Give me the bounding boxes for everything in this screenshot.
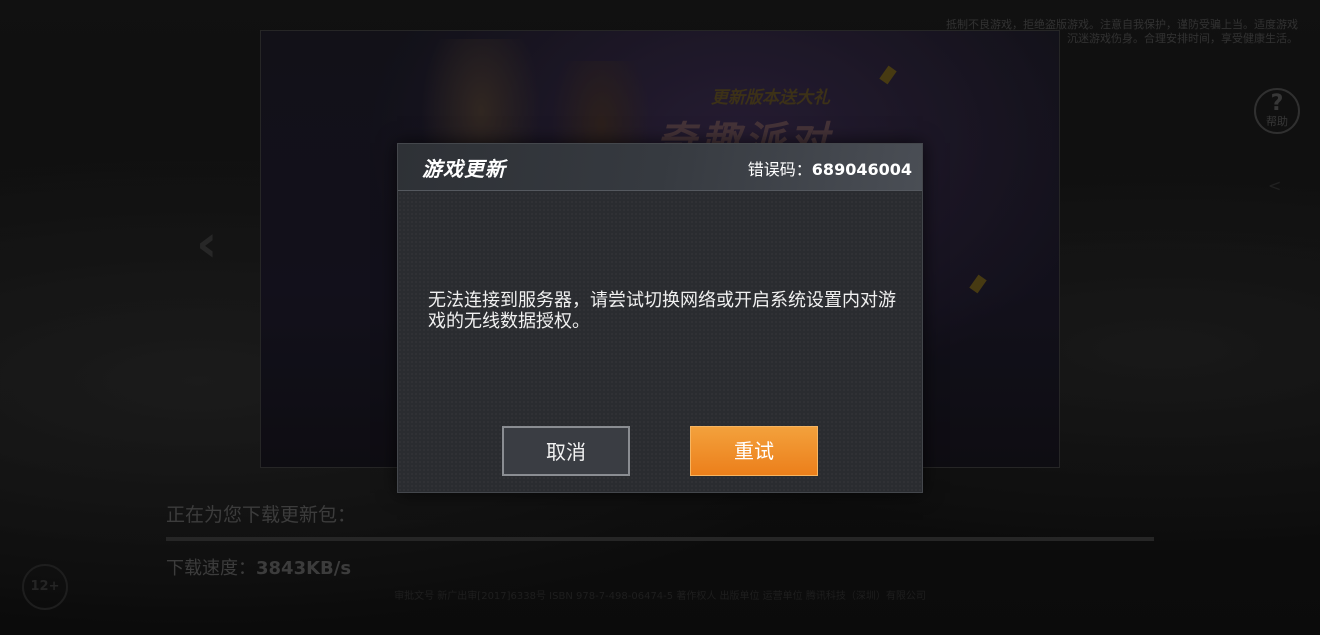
update-error-dialog: 游戏更新 错误码：689046004 无法连接到服务器，请尝试切换网络或开启系统…	[397, 143, 923, 493]
dialog-title: 游戏更新	[422, 157, 506, 181]
error-code-value: 689046004	[811, 160, 912, 179]
dialog-message: 无法连接到服务器，请尝试切换网络或开启系统设置内对游戏的无线数据授权。	[428, 290, 896, 332]
error-code: 错误码：689046004	[748, 156, 912, 180]
dialog-header: 游戏更新 错误码：689046004	[398, 144, 922, 191]
error-code-label: 错误码：	[747, 160, 812, 179]
retry-button[interactable]: 重试	[690, 426, 818, 476]
cancel-button[interactable]: 取消	[502, 426, 630, 476]
